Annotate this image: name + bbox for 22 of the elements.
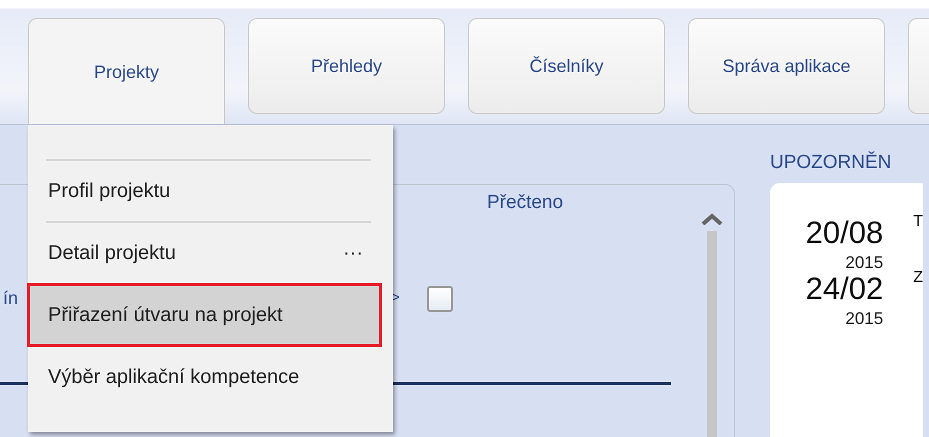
nav-tab[interactable]: Přehledy	[248, 18, 445, 114]
menu-item[interactable]: Detail projektu ···	[40, 223, 371, 283]
menu-item[interactable]: Výběr aplikační kompetence	[40, 347, 371, 407]
notice-year: 2015	[845, 254, 884, 272]
scroll-up-icon[interactable]	[701, 213, 723, 225]
nav-tab[interactable]: Správa aplikace	[688, 18, 885, 114]
menu-item[interactable]: Profil projektu	[40, 161, 371, 221]
column-header: Přečteno	[487, 191, 564, 215]
notice-date: 20/08	[806, 216, 884, 250]
section-title: UPOZORNĚN	[770, 150, 892, 175]
notice-year: 2015	[845, 310, 884, 330]
nav-tab[interactable]: Číselníky	[468, 18, 665, 114]
more-icon[interactable]: ···	[343, 238, 363, 268]
scrollbar[interactable]	[707, 231, 717, 437]
table-cell-text: ín	[2, 287, 20, 310]
menu-item-label: Detail projektu	[48, 241, 176, 266]
checkbox[interactable]	[427, 286, 453, 312]
menu-item[interactable]: Přiřazení útvaru na projekt	[30, 286, 379, 344]
notice-text: Z	[913, 268, 923, 288]
notice-date: 24/02	[806, 272, 884, 306]
notice-text: T	[913, 212, 923, 232]
nav-tab[interactable]: Projekty	[28, 18, 225, 124]
